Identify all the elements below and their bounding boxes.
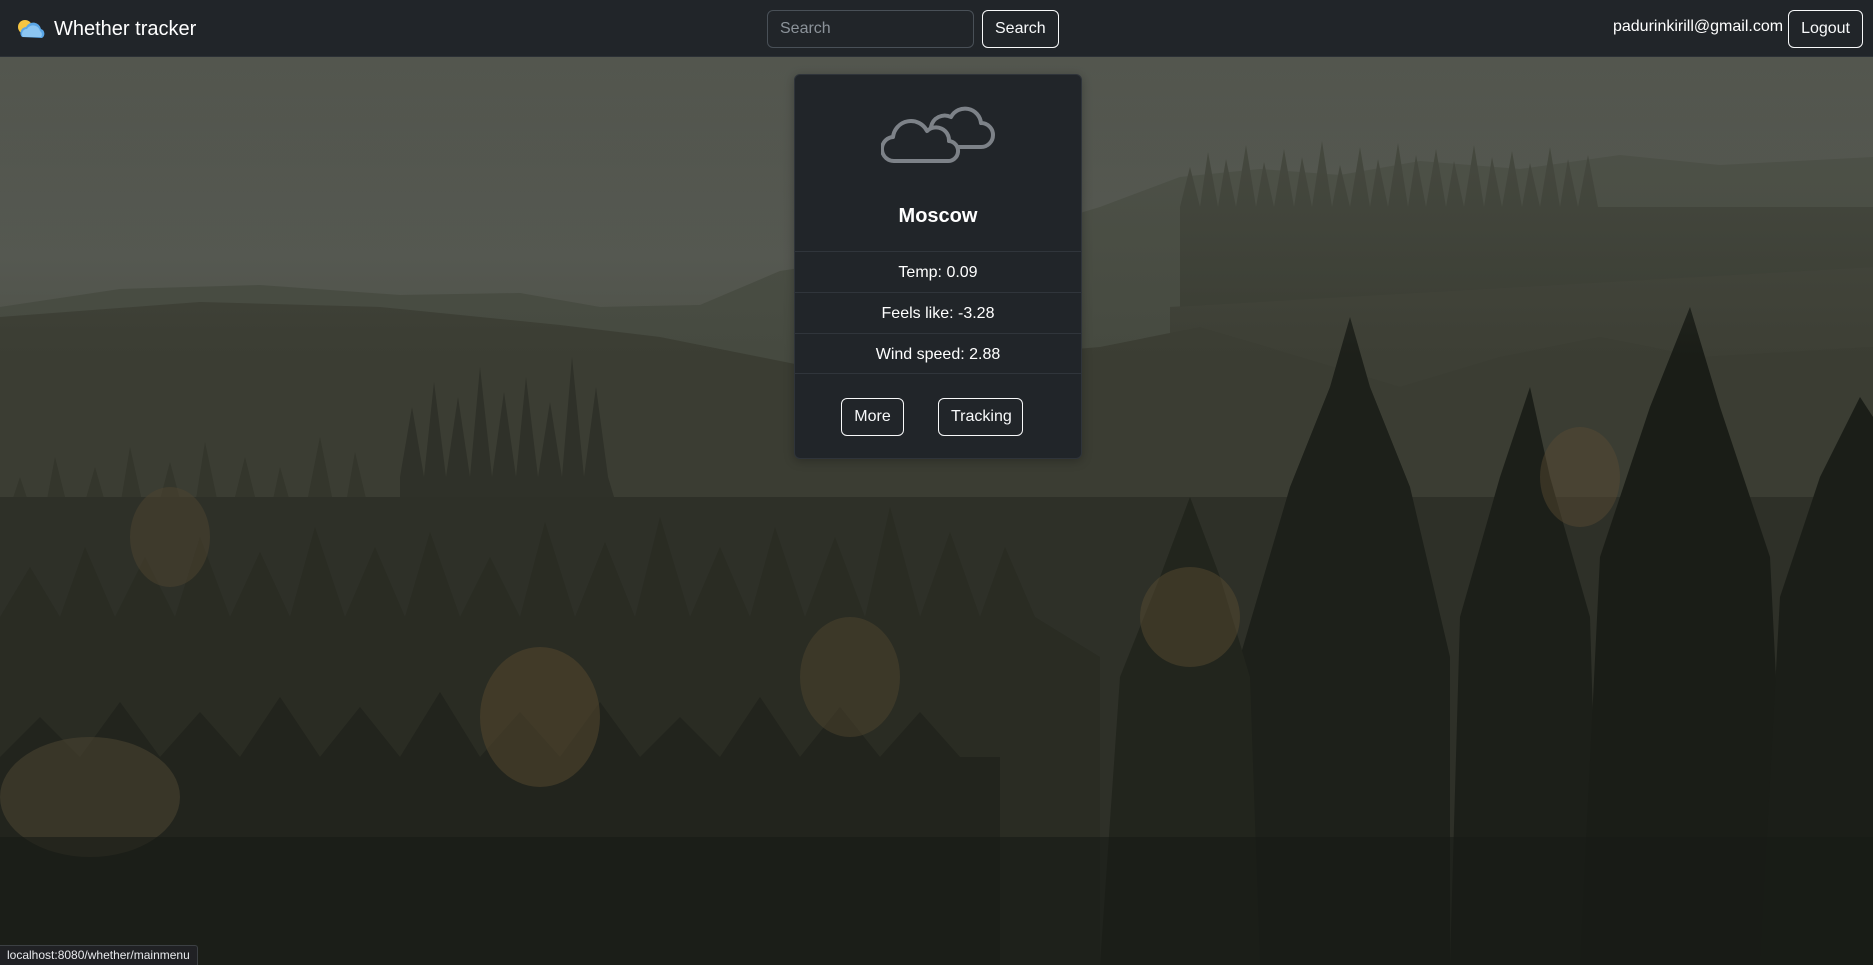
brand-link[interactable]: Whether tracker xyxy=(14,14,196,44)
user-email: padurinkirill@gmail.com xyxy=(1612,18,1784,35)
city-name: Moscow xyxy=(898,205,978,227)
tracking-button[interactable]: Tracking xyxy=(938,398,1023,436)
logout-button[interactable]: Logout xyxy=(1788,10,1863,48)
brand-text: Whether tracker xyxy=(54,17,197,40)
browser-status-url: localhost:8080/whether/mainmenu xyxy=(0,945,198,965)
clouds-icon xyxy=(881,106,995,164)
sun-behind-cloud-icon xyxy=(18,20,45,38)
search-form: Search xyxy=(767,10,1059,48)
search-button[interactable]: Search xyxy=(982,10,1059,48)
weather-card: Moscow Temp: 0.09 Feels like: -3.28 Wind… xyxy=(794,74,1082,459)
user-area: padurinkirill@gmail.com Logout xyxy=(1613,10,1863,48)
weather-details-list: Temp: 0.09 Feels like: -3.28 Wind speed:… xyxy=(795,251,1081,374)
top-navbar: Whether tracker Search padurinkirill@gma… xyxy=(0,0,1873,57)
more-button[interactable]: More xyxy=(841,398,904,436)
temperature-item: Temp: 0.09 xyxy=(795,251,1081,292)
feels-like-item: Feels like: -3.28 xyxy=(795,292,1081,333)
wind-speed-item: Wind speed: 2.88 xyxy=(795,333,1081,374)
search-input[interactable] xyxy=(767,10,974,48)
